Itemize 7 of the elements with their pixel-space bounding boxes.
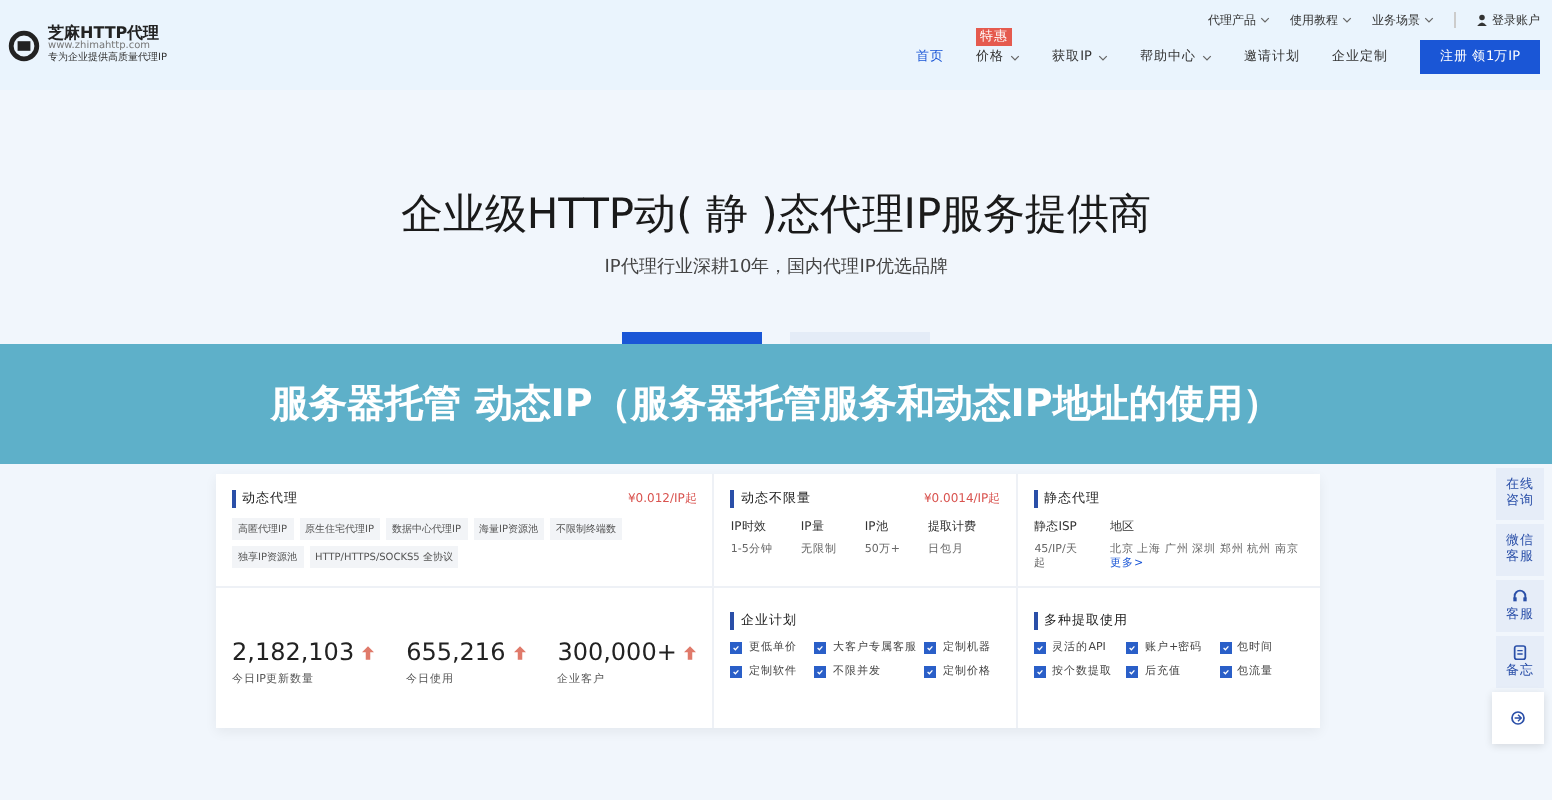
hero-title: 企业级HTTP动( 静 )态代理IP服务提供商 — [400, 188, 1152, 242]
stat-value: 655,216 — [406, 638, 506, 666]
logo-name: 芝麻HTTP代理 — [48, 24, 162, 43]
title-banner: 服务器托管 动态IP（服务器托管服务和动态IP地址的使用） — [0, 344, 1552, 464]
hero-subtitle: IP代理行业深耕10年，国内代理IP优选品牌 — [604, 255, 948, 280]
stat-value: 300,000+ — [557, 638, 677, 666]
stat-value: 2,182,103 — [232, 638, 355, 666]
